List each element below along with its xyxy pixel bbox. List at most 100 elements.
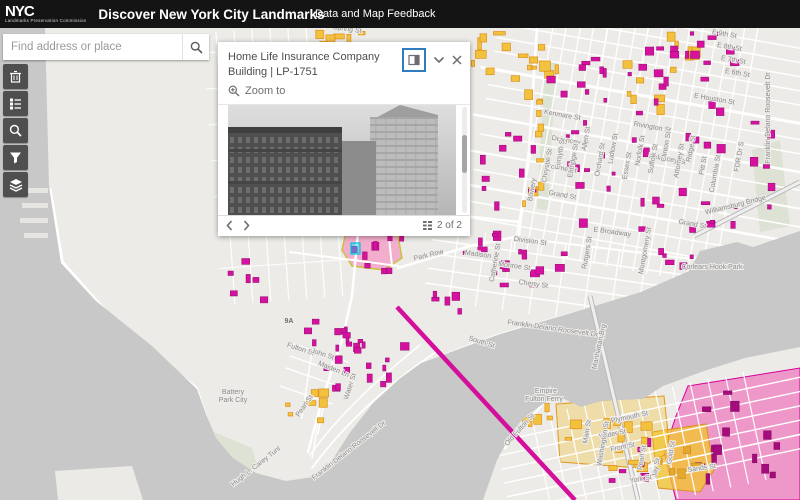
landmark-footprint[interactable] [705, 473, 710, 485]
next-feature-button[interactable] [243, 220, 250, 231]
landmark-footprint[interactable] [501, 42, 511, 52]
landmark-footprint[interactable] [457, 308, 462, 315]
landmark-footprint[interactable] [285, 402, 291, 407]
selected-feature-highlight[interactable] [350, 242, 361, 255]
landmark-footprint[interactable] [653, 69, 664, 78]
landmark-footprint[interactable] [357, 339, 363, 343]
landmark-footprint[interactable] [644, 46, 655, 56]
landmark-footprint[interactable] [492, 233, 499, 237]
landmark-footprint[interactable] [723, 390, 733, 395]
landmark-footprint[interactable] [750, 157, 759, 167]
landmark-footprint[interactable] [513, 135, 523, 142]
landmark-footprint[interactable] [533, 414, 542, 425]
landmark-footprint[interactable] [366, 373, 373, 383]
landmark-footprint[interactable] [431, 296, 440, 302]
landmark-footprint[interactable] [444, 296, 451, 306]
landmark-footprint[interactable] [325, 34, 336, 42]
landmark-footprint[interactable] [252, 277, 260, 283]
landmark-footprint[interactable] [627, 72, 632, 77]
landmark-footprint[interactable] [773, 442, 781, 450]
landmark-footprint[interactable] [334, 328, 341, 336]
landmark-footprint[interactable] [317, 417, 325, 424]
landmark-footprint[interactable] [554, 64, 560, 75]
landmark-footprint[interactable] [505, 132, 512, 137]
zoom-to-link[interactable]: Zoom to [218, 82, 470, 104]
landmark-footprint[interactable] [478, 237, 483, 247]
landmark-footprint[interactable] [385, 357, 390, 363]
landmark-footprint[interactable] [554, 264, 565, 272]
landmark-footprint[interactable] [381, 267, 387, 275]
landmark-footprint[interactable] [517, 53, 529, 58]
landmark-footprint[interactable] [762, 164, 770, 169]
landmark-footprint[interactable] [636, 77, 645, 84]
landmark-footprint[interactable] [564, 436, 572, 441]
feedback-link[interactable]: Data and Map Feedback [315, 8, 435, 20]
popup-scrollbar-thumb[interactable] [462, 134, 467, 173]
landmark-footprint[interactable] [665, 259, 675, 265]
landmark-footprint[interactable] [700, 201, 711, 205]
layers-button[interactable] [3, 172, 28, 197]
landmark-footprint[interactable] [527, 64, 533, 71]
search-tool-button[interactable] [3, 118, 28, 143]
landmark-footprint[interactable] [583, 120, 587, 126]
landmark-footprint[interactable] [386, 267, 393, 274]
landmark-footprint[interactable] [354, 347, 362, 354]
landmark-footprint[interactable] [618, 469, 627, 474]
attachments-icon[interactable] [422, 220, 433, 231]
landmark-footprint[interactable] [752, 453, 758, 464]
landmark-footprint[interactable] [599, 66, 604, 75]
landmark-footprint[interactable] [536, 110, 542, 117]
landmark-footprint[interactable] [493, 31, 506, 36]
landmark-footprint[interactable] [761, 463, 769, 474]
landmark-footprint[interactable] [536, 158, 545, 163]
landmark-footprint[interactable] [334, 355, 343, 364]
landmark-footprint[interactable] [652, 196, 660, 205]
landmark-footprint[interactable] [342, 332, 351, 339]
landmark-footprint[interactable] [636, 110, 643, 116]
landmark-footprint[interactable] [730, 221, 736, 229]
landmark-footprint[interactable] [658, 248, 664, 256]
landmark-footprint[interactable] [716, 107, 725, 116]
landmark-footprint[interactable] [669, 50, 680, 59]
landmark-footprint[interactable] [227, 270, 234, 276]
landmark-footprint[interactable] [716, 144, 726, 154]
landmark-footprint[interactable] [647, 437, 652, 447]
landmark-footprint[interactable] [670, 66, 677, 73]
landmark-footprint[interactable] [763, 430, 772, 440]
nyc-logo[interactable]: NYC Landmarks Preservation Commission [5, 4, 86, 24]
landmark-footprint[interactable] [640, 421, 653, 431]
landmark-footprint[interactable] [531, 65, 537, 70]
landmark-footprint[interactable] [578, 64, 586, 71]
landmark-footprint[interactable] [683, 446, 692, 455]
landmark-footprint[interactable] [678, 187, 687, 197]
landmark-footprint[interactable] [335, 344, 340, 352]
landmark-footprint[interactable] [530, 145, 536, 154]
landmark-footprint[interactable] [696, 40, 705, 48]
landmark-footprint[interactable] [546, 415, 553, 421]
landmark-footprint[interactable] [260, 296, 269, 304]
landmark-footprint[interactable] [689, 31, 695, 36]
landmark-footprint[interactable] [703, 141, 712, 149]
close-button[interactable] [452, 55, 462, 65]
landmark-footprint[interactable] [750, 120, 760, 125]
landmark-footprint[interactable] [539, 60, 551, 72]
landmark-footprint[interactable] [666, 31, 676, 42]
landmark-footprint[interactable] [519, 168, 525, 178]
landmark-footprint[interactable] [603, 98, 608, 103]
landmark-footprint[interactable] [522, 200, 526, 207]
landmark-footprint[interactable] [640, 197, 645, 207]
landmark-footprint[interactable] [312, 339, 317, 347]
popup-scrollbar[interactable] [462, 106, 467, 213]
landmark-footprint[interactable] [730, 400, 740, 412]
landmark-footprint[interactable] [608, 478, 616, 483]
landmark-footprint[interactable] [485, 67, 495, 76]
landmark-footprint[interactable] [709, 219, 716, 224]
landmark-footprint[interactable] [311, 318, 320, 325]
landmark-footprint[interactable] [606, 185, 611, 192]
landmark-footprint[interactable] [656, 203, 665, 208]
landmark-footprint[interactable] [630, 94, 637, 104]
landmark-footprint[interactable] [304, 327, 312, 335]
landmark-footprint[interactable] [499, 144, 507, 152]
landmark-footprint[interactable] [382, 364, 387, 372]
landmark-footprint[interactable] [481, 175, 490, 182]
